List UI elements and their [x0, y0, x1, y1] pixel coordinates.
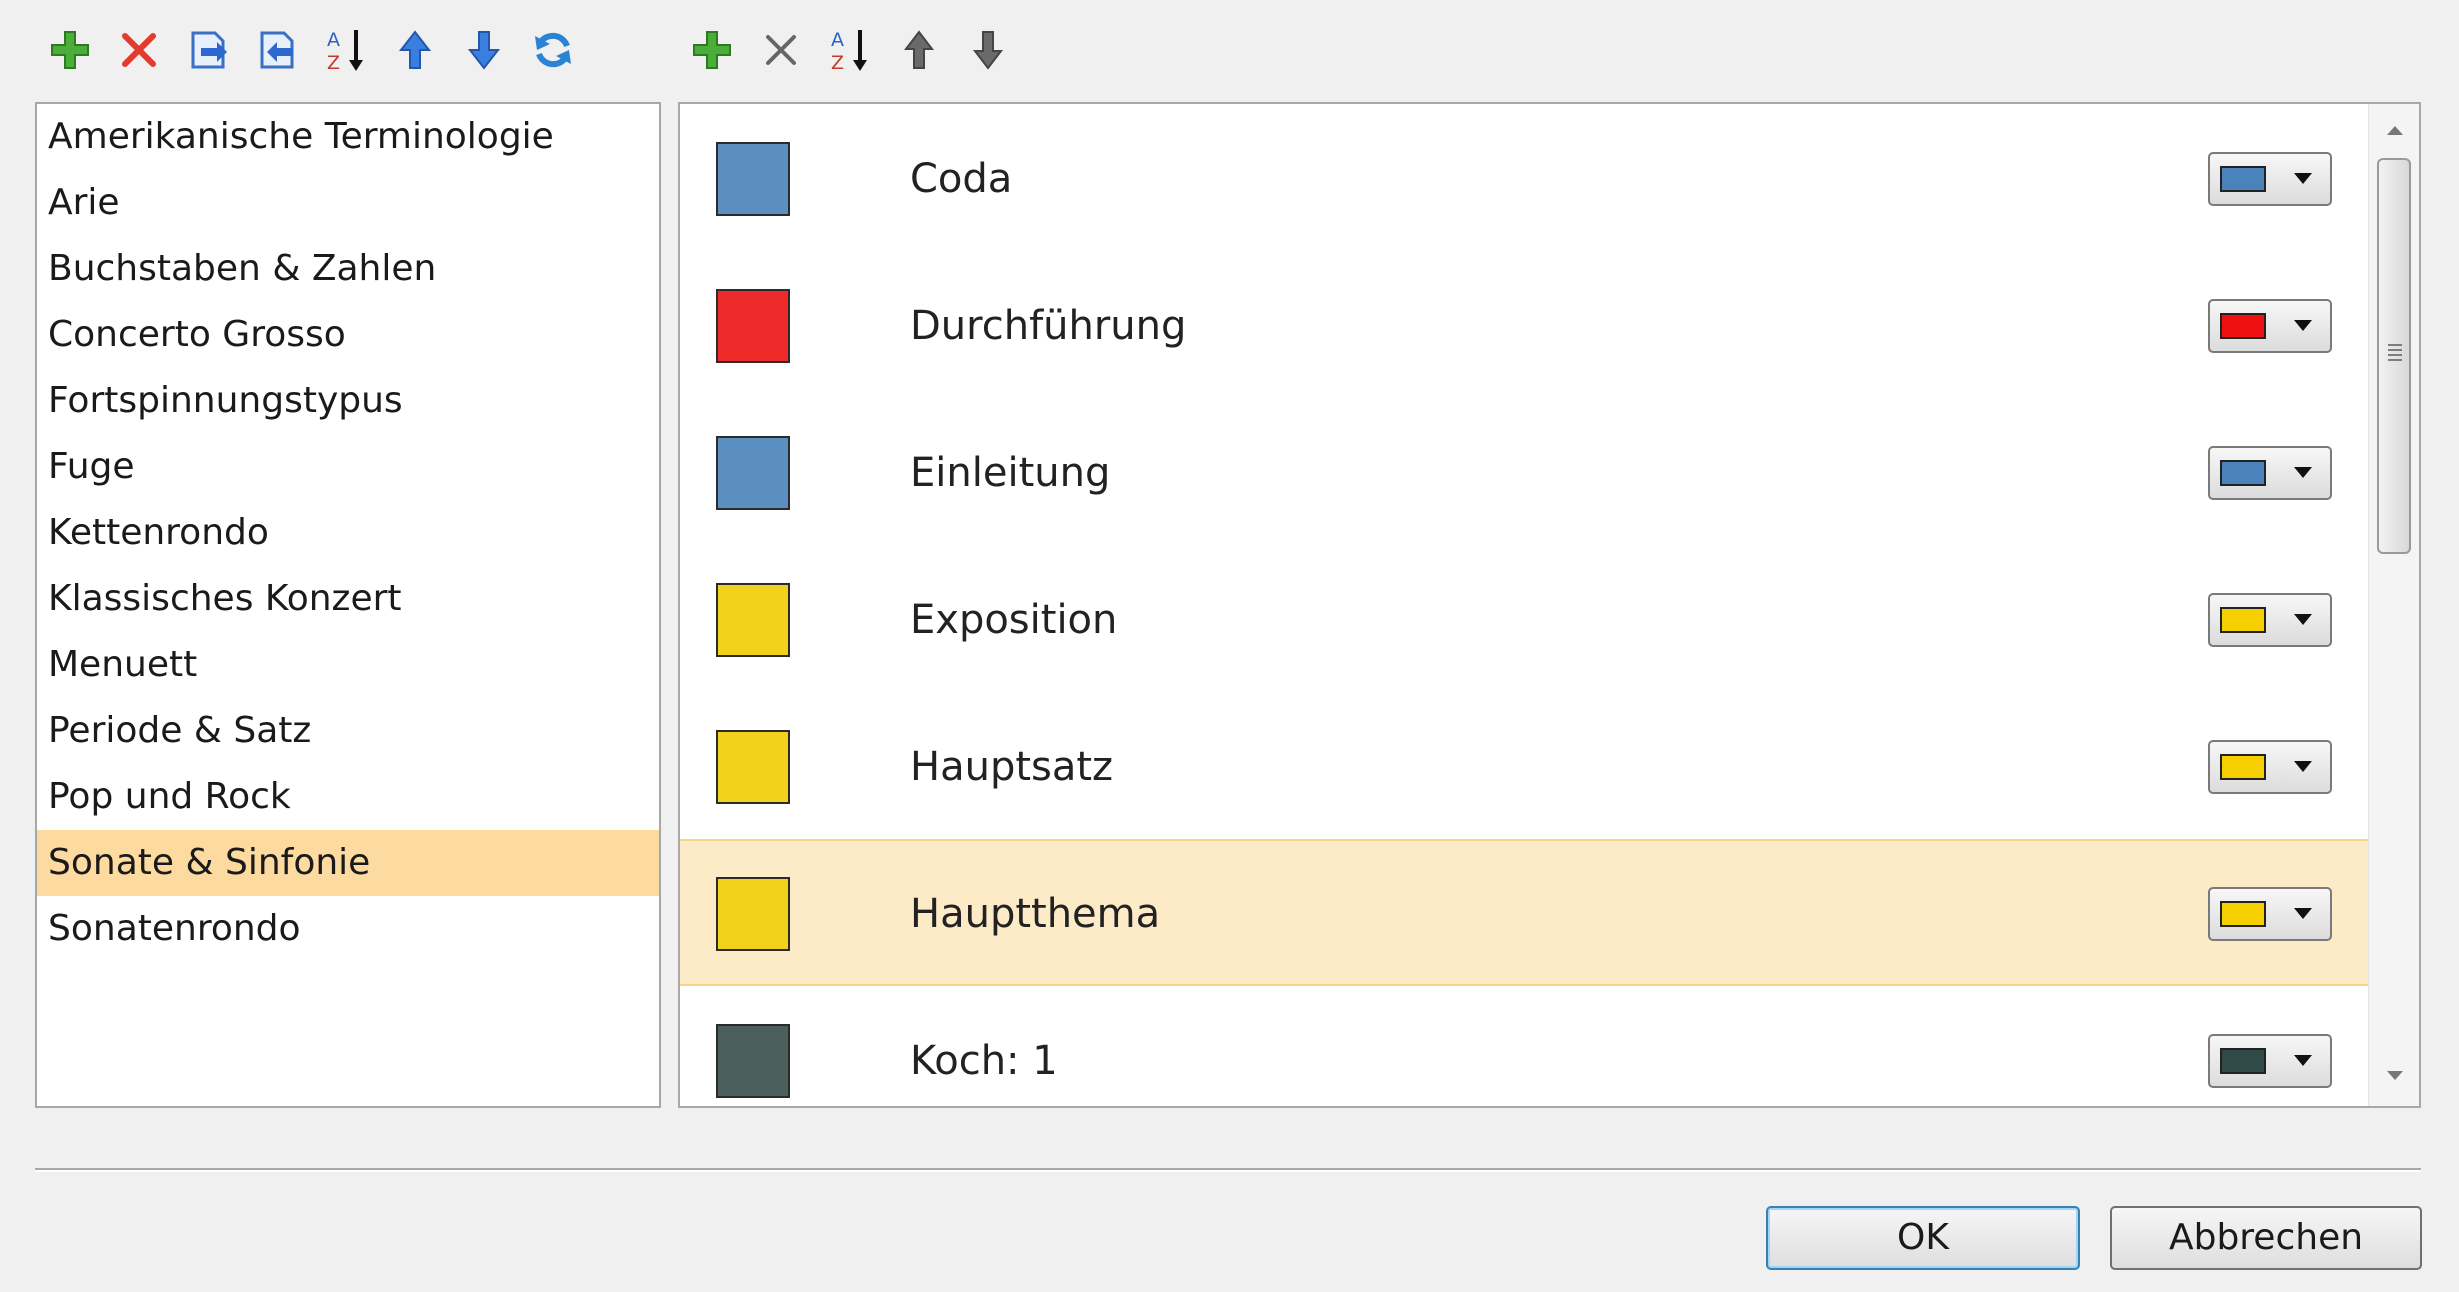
- scroll-up-arrow-icon[interactable]: [2387, 126, 2403, 135]
- section-row[interactable]: Einleitung: [680, 398, 2369, 545]
- template-item[interactable]: Pop und Rock: [37, 764, 659, 830]
- move-up-button[interactable]: [889, 22, 949, 78]
- section-label: Einleitung: [910, 450, 1111, 496]
- color-picker-dropdown[interactable]: [2208, 1034, 2332, 1088]
- color-swatch: [716, 1024, 790, 1098]
- section-row[interactable]: Coda: [680, 104, 2369, 251]
- vertical-scrollbar[interactable]: [2368, 104, 2419, 1106]
- svg-text:Z: Z: [327, 52, 340, 74]
- chevron-down-icon: [2294, 908, 2312, 919]
- template-item[interactable]: Buchstaben & Zahlen: [37, 236, 659, 302]
- color-swatch: [716, 877, 790, 951]
- move-down-button[interactable]: [958, 22, 1018, 78]
- template-toolbar: AZ: [40, 22, 592, 78]
- picker-color-preview: [2220, 901, 2266, 927]
- move-down-button[interactable]: [454, 22, 514, 78]
- picker-color-preview: [2220, 754, 2266, 780]
- sort-az-button[interactable]: AZ: [316, 22, 376, 78]
- scroll-thumb[interactable]: [2377, 158, 2411, 554]
- color-picker-dropdown[interactable]: [2208, 446, 2332, 500]
- picker-color-preview: [2220, 460, 2266, 486]
- move-down-icon: [964, 26, 1012, 74]
- color-swatch: [716, 142, 790, 216]
- svg-text:A: A: [327, 29, 340, 51]
- chevron-down-icon: [2294, 467, 2312, 478]
- export-button[interactable]: [178, 22, 238, 78]
- delete-button[interactable]: [109, 22, 169, 78]
- move-up-icon: [895, 26, 943, 74]
- section-row[interactable]: Koch: 1: [680, 986, 2369, 1106]
- chevron-down-icon: [2294, 614, 2312, 625]
- chevron-down-icon: [2294, 1055, 2312, 1066]
- delete-icon: [757, 26, 805, 74]
- template-item[interactable]: Fortspinnungstypus: [37, 368, 659, 434]
- move-up-icon: [391, 26, 439, 74]
- section-toolbar: AZ: [682, 22, 1027, 78]
- section-list: Coda Durchführung Einleitung Exposition Haup…: [678, 102, 2421, 1108]
- template-item[interactable]: Kettenrondo: [37, 500, 659, 566]
- chevron-down-icon: [2294, 320, 2312, 331]
- picker-color-preview: [2220, 313, 2266, 339]
- section-label: Koch: 1: [910, 1038, 1058, 1084]
- template-item[interactable]: Concerto Grosso: [37, 302, 659, 368]
- section-row[interactable]: Exposition: [680, 545, 2369, 692]
- section-label: Coda: [910, 156, 1013, 202]
- cancel-button[interactable]: Abbrechen: [2110, 1206, 2422, 1270]
- refresh-icon: [529, 26, 577, 74]
- add-icon: [46, 26, 94, 74]
- template-item[interactable]: Sonatenrondo: [37, 896, 659, 962]
- refresh-button[interactable]: [523, 22, 583, 78]
- chevron-down-icon: [2294, 761, 2312, 772]
- template-item[interactable]: Klassisches Konzert: [37, 566, 659, 632]
- sort-az-icon: AZ: [826, 26, 874, 74]
- color-picker-dropdown[interactable]: [2208, 740, 2332, 794]
- section-label: Hauptthema: [910, 891, 1161, 937]
- color-picker-dropdown[interactable]: [2208, 887, 2332, 941]
- template-item[interactable]: Periode & Satz: [37, 698, 659, 764]
- section-row[interactable]: Hauptthema: [680, 839, 2369, 986]
- chevron-down-icon: [2294, 173, 2312, 184]
- section-row[interactable]: Durchführung: [680, 251, 2369, 398]
- delete-icon: [115, 26, 163, 74]
- template-item[interactable]: Menuett: [37, 632, 659, 698]
- section-label: Hauptsatz: [910, 744, 1114, 790]
- sort-az-icon: AZ: [322, 26, 370, 74]
- template-item[interactable]: Fuge: [37, 434, 659, 500]
- picker-color-preview: [2220, 1048, 2266, 1074]
- color-swatch: [716, 436, 790, 510]
- sort-az-button[interactable]: AZ: [820, 22, 880, 78]
- import-button[interactable]: [247, 22, 307, 78]
- svg-text:Z: Z: [831, 52, 844, 74]
- template-item[interactable]: Sonate & Sinfonie: [37, 830, 659, 896]
- add-button[interactable]: [682, 22, 742, 78]
- color-swatch: [716, 583, 790, 657]
- section-label: Exposition: [910, 597, 1118, 643]
- move-down-icon: [460, 26, 508, 74]
- section-label: Durchführung: [910, 303, 1187, 349]
- template-list: Amerikanische Terminologie Arie Buchstaben…: [35, 102, 661, 1108]
- import-icon: [253, 26, 301, 74]
- color-picker-dropdown[interactable]: [2208, 299, 2332, 353]
- section-row[interactable]: Hauptsatz: [680, 692, 2369, 839]
- add-icon: [688, 26, 736, 74]
- color-swatch: [716, 730, 790, 804]
- color-picker-dropdown[interactable]: [2208, 152, 2332, 206]
- svg-text:A: A: [831, 29, 844, 51]
- move-up-button[interactable]: [385, 22, 445, 78]
- template-item[interactable]: Arie: [37, 170, 659, 236]
- ok-button[interactable]: OK: [1766, 1206, 2080, 1270]
- template-item[interactable]: Amerikanische Terminologie: [37, 104, 659, 170]
- separator: [35, 1168, 2421, 1172]
- add-button[interactable]: [40, 22, 100, 78]
- picker-color-preview: [2220, 166, 2266, 192]
- picker-color-preview: [2220, 607, 2266, 633]
- color-swatch: [716, 289, 790, 363]
- grip-icon: [2388, 344, 2402, 364]
- delete-button[interactable]: [751, 22, 811, 78]
- scroll-down-arrow-icon[interactable]: [2387, 1071, 2403, 1080]
- color-picker-dropdown[interactable]: [2208, 593, 2332, 647]
- export-icon: [184, 26, 232, 74]
